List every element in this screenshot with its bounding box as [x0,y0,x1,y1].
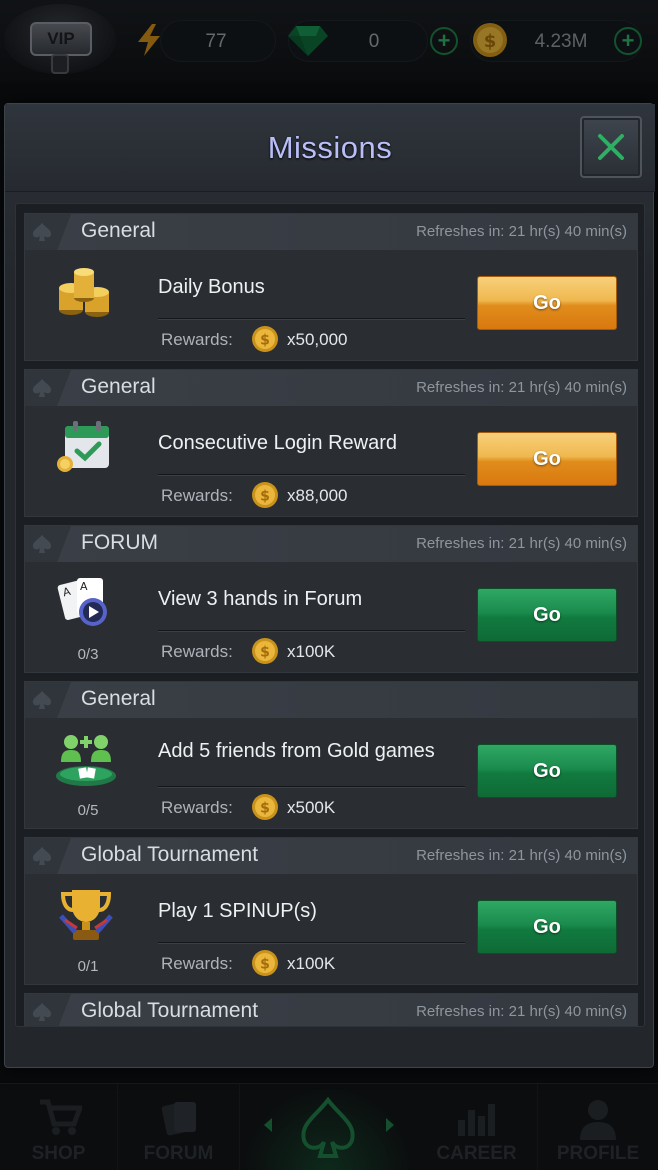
mission-progress: 0/1 [77,958,99,975]
card-header: Global Tournament Refreshes in: 21 hr(s)… [25,994,637,1026]
divider [158,786,465,787]
card-header: FORUM Refreshes in: 21 hr(s) 40 min(s) [25,526,637,562]
spade-tab [25,370,71,406]
mission-card: General Refreshes in: 21 hr(s) 40 min(s)… [24,369,638,517]
rewards-label: Rewards: [161,330,233,349]
close-button[interactable] [580,116,642,178]
mission-progress: 0/3 [77,646,99,663]
card-header: General Refreshes in: 21 hr(s) 40 min(s) [25,214,637,250]
missions-modal: Missions General Refreshes in: 21 hr(s) … [4,103,655,1068]
mission-card: Global Tournament Refreshes in: 21 hr(s)… [24,993,638,1026]
card-header: Global Tournament Refreshes in: 21 hr(s)… [25,838,637,874]
refresh-timer: Refreshes in: 21 hr(s) 40 min(s) [416,535,627,552]
mission-category: General [81,375,156,398]
mission-category: General [81,219,156,242]
card-header: General [25,682,637,718]
mission-title: Daily Bonus [158,276,265,298]
spade-tab [25,994,71,1026]
svg-text:$: $ [260,801,270,817]
spade-icon [32,1003,52,1021]
mission-title: Play 1 SPINUP(s) [158,900,317,922]
refresh-timer: Refreshes in: 21 hr(s) 40 min(s) [416,223,627,240]
trophy-icon [59,890,113,940]
refresh-timer: Refreshes in: 21 hr(s) 40 min(s) [416,379,627,396]
spade-icon [32,379,52,397]
reward-amount: x500K [287,798,336,817]
reward-amount: x88,000 [287,486,348,505]
svg-text:A: A [80,580,88,593]
spade-icon [32,691,52,709]
mission-card: FORUM Refreshes in: 21 hr(s) 40 min(s) A… [24,525,638,673]
spade-tab [25,214,71,250]
go-button[interactable]: Go [477,744,617,798]
mission-card: General Refreshes in: 21 hr(s) 40 min(s)… [24,213,638,361]
spade-tab [25,682,71,718]
mission-title: Consecutive Login Reward [158,432,398,454]
spade-tab [25,526,71,562]
add-friends-icon [56,735,116,786]
missions-list[interactable]: General Refreshes in: 21 hr(s) 40 min(s)… [15,203,645,1027]
calendar-check-icon [57,421,109,472]
mission-progress: 0/5 [77,802,99,819]
card-header: General Refreshes in: 21 hr(s) 40 min(s) [25,370,637,406]
rewards-label: Rewards: [161,798,233,817]
coin-icon: $ [252,950,278,976]
spade-icon [32,847,52,865]
spade-tab [25,838,71,874]
spade-icon [32,223,52,241]
mission-title: View 3 hands in Forum [158,588,363,610]
refresh-timer: Refreshes in: 21 hr(s) 40 min(s) [416,1003,627,1020]
mission-category: Global Tournament [81,843,259,866]
spade-icon [32,535,52,553]
divider [158,942,465,943]
rewards-label: Rewards: [161,954,233,973]
coin-icon: $ [252,482,278,508]
cards-video-icon: A A [57,578,107,626]
divider [158,630,465,631]
close-icon [598,134,624,160]
refresh-timer: Refreshes in: 21 hr(s) 40 min(s) [416,847,627,864]
mission-card: General 0/5 Add 5 friends from Gold game… [24,681,638,829]
modal-header: Missions [5,104,655,192]
svg-text:$: $ [260,957,270,973]
coin-icon: $ [252,638,278,664]
svg-text:$: $ [260,645,270,661]
mission-card: Global Tournament Refreshes in: 21 hr(s)… [24,837,638,985]
go-button[interactable]: Go [477,276,617,330]
svg-text:$: $ [260,489,270,505]
coin-icon: $ [252,326,278,352]
svg-text:$: $ [260,333,270,349]
reward-amount: x100K [287,642,336,661]
rewards-label: Rewards: [161,486,233,505]
mission-title: Add 5 friends from Gold games [158,740,435,762]
reward-amount: x100K [287,954,336,973]
coin-icon: $ [252,794,278,820]
divider [158,474,465,475]
coin-stack-icon [59,268,109,317]
go-button[interactable]: Go [477,432,617,486]
mission-category: Global Tournament [81,999,259,1022]
rewards-label: Rewards: [161,642,233,661]
divider [158,318,465,319]
mission-category: FORUM [81,531,158,554]
mission-category: General [81,687,156,710]
go-button[interactable]: Go [477,588,617,642]
go-button[interactable]: Go [477,900,617,954]
reward-amount: x50,000 [287,330,348,349]
modal-title: Missions [267,130,393,165]
